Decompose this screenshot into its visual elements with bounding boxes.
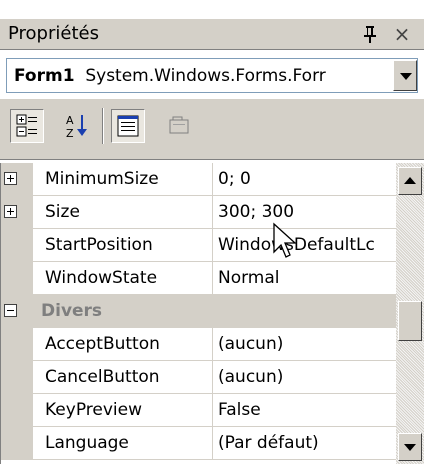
panel-title: Propriétés [8, 23, 99, 44]
object-selector-combo[interactable]: Form1 System.Windows.Forms.Forr [6, 58, 418, 93]
property-name: MinimumSize [33, 163, 213, 196]
chevron-down-icon [400, 73, 412, 80]
row-gutter [1, 196, 33, 229]
property-name: Size [33, 196, 213, 229]
row-gutter [1, 163, 33, 196]
arrow-down-icon [404, 444, 416, 451]
property-value[interactable]: (aucun) [213, 328, 397, 361]
scroll-thumb[interactable] [398, 301, 422, 341]
property-value[interactable]: 300; 300 [213, 196, 397, 229]
grid-row-language[interactable]: Language (Par défaut) [1, 427, 397, 460]
svg-text:A: A [66, 114, 74, 127]
property-name: KeyPreview [33, 394, 213, 427]
scroll-down-button[interactable] [398, 433, 422, 461]
properties-button[interactable] [111, 109, 145, 143]
row-gutter [1, 394, 33, 427]
object-type: System.Windows.Forms.Forr [85, 66, 326, 86]
collapse-minus-icon[interactable] [4, 304, 17, 317]
property-value[interactable]: Normal [213, 262, 397, 295]
property-pages-icon [169, 116, 189, 134]
property-name: WindowState [33, 262, 213, 295]
grid-row-startposition[interactable]: StartPosition WindowsDefaultLc [1, 229, 397, 262]
combo-dropdown-button[interactable] [393, 60, 417, 91]
property-name: StartPosition [33, 229, 213, 262]
toolbar-separator [102, 108, 104, 144]
property-name: AcceptButton [33, 328, 213, 361]
row-gutter [1, 229, 33, 262]
panel-title-bar: Propriétés × [0, 19, 424, 50]
row-gutter [1, 361, 33, 394]
row-gutter [1, 427, 33, 460]
category-row-divers[interactable]: Divers [1, 295, 397, 328]
categorized-icon [16, 114, 37, 137]
grid-row-size[interactable]: Size 300; 300 [1, 196, 397, 229]
pushpin-icon[interactable] [362, 25, 378, 43]
grid-row-cancelbutton[interactable]: CancelButton (aucun) [1, 361, 397, 394]
property-grid: MinimumSize 0; 0 Size 300; 300 StartPosi… [0, 163, 397, 464]
close-icon[interactable]: × [392, 24, 412, 44]
property-name: Language [33, 427, 213, 460]
property-value[interactable]: (Par défaut) [213, 427, 397, 460]
expand-plus-icon[interactable] [4, 205, 17, 218]
grid-row-minimumsize[interactable]: MinimumSize 0; 0 [1, 163, 397, 196]
grid-row-keypreview[interactable]: KeyPreview False [1, 394, 397, 427]
property-value[interactable]: 0; 0 [213, 163, 397, 196]
sort-az-icon: A Z [66, 114, 87, 140]
property-value[interactable]: False [213, 394, 397, 427]
property-value[interactable]: (aucun) [213, 361, 397, 394]
property-value[interactable]: WindowsDefaultLc [213, 229, 397, 262]
object-name: Form1 [14, 66, 75, 86]
arrow-up-icon [404, 177, 416, 184]
property-pages-button[interactable] [162, 109, 196, 143]
expand-plus-icon[interactable] [4, 172, 17, 185]
grid-row-acceptbutton[interactable]: AcceptButton (aucun) [1, 328, 397, 361]
vertical-scrollbar[interactable] [396, 163, 424, 464]
categorized-button[interactable] [10, 109, 44, 143]
row-gutter [1, 328, 33, 361]
object-selector-text: Form1 System.Windows.Forms.Forr [14, 65, 326, 87]
row-gutter [1, 262, 33, 295]
property-name: CancelButton [33, 361, 213, 394]
scroll-up-button[interactable] [398, 167, 422, 195]
svg-text:Z: Z [66, 127, 74, 140]
properties-icon [117, 115, 139, 137]
grid-row-windowstate[interactable]: WindowState Normal [1, 262, 397, 295]
category-label: Divers [41, 301, 103, 321]
alphabetical-button[interactable]: A Z [60, 109, 94, 143]
